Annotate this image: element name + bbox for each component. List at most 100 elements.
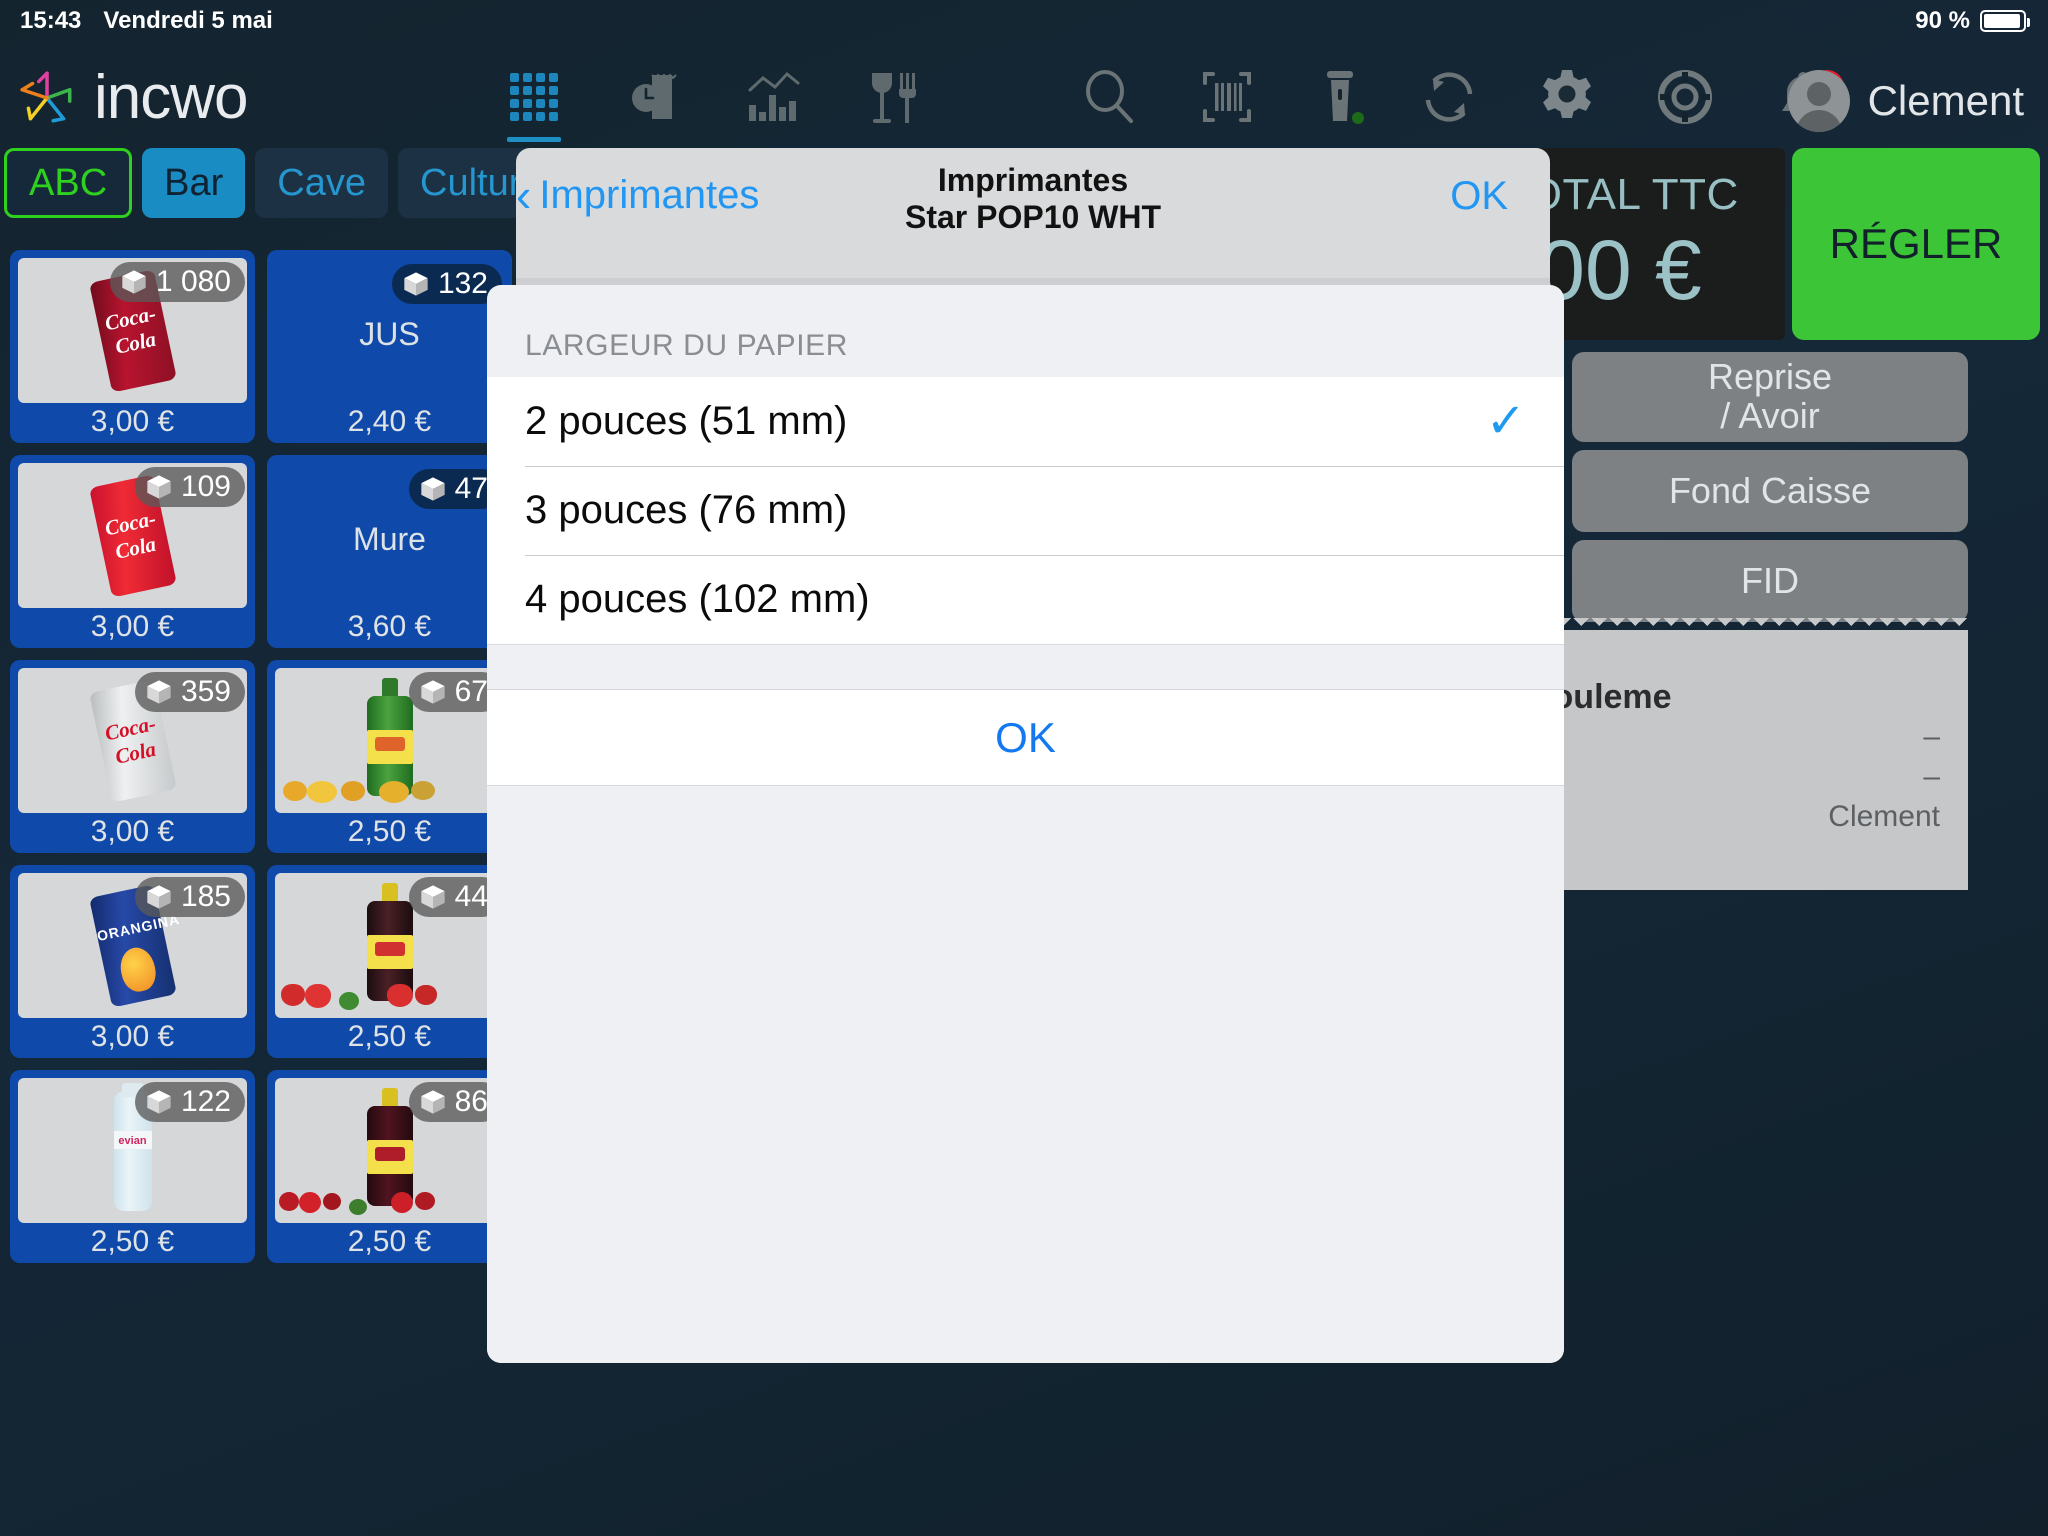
tab-abc[interactable]: ABC (4, 148, 133, 218)
stock-count: 44 (454, 880, 488, 913)
restaurant-icon[interactable] (865, 68, 923, 126)
stock-badge: 109 (134, 467, 245, 507)
product-name: JUS (359, 316, 420, 352)
receipt-clock-icon[interactable] (625, 68, 683, 126)
status-bar: 15:43 Vendredi 5 mai 90 % (0, 0, 2048, 42)
product-card[interactable]: ORANGINA 185 3,00 € (10, 865, 255, 1058)
incwo-asterisk-icon (20, 70, 72, 122)
picker-empty-area (487, 786, 1564, 1363)
picker-ok-button[interactable]: OK (487, 690, 1564, 786)
product-price: 2,40 € (347, 405, 432, 438)
product-card[interactable]: Coca-Cola 1 080 3,00 € (10, 250, 255, 443)
tab-cave[interactable]: Cave (255, 148, 388, 218)
receipt-line-1: – (1923, 720, 1940, 753)
paper-width-option-3in[interactable]: 3 pouces (76 mm) (487, 466, 1564, 555)
stock-badge: 185 (134, 877, 245, 917)
grid-icon[interactable] (505, 68, 563, 142)
status-time: 15:43 (20, 7, 82, 34)
battery-icon (1980, 10, 2030, 32)
stock-count: 86 (454, 1085, 488, 1118)
paper-width-picker: LARGEUR DU PAPIER 2 pouces (51 mm) ✓ 3 p… (487, 285, 1564, 1363)
checkmark-icon: ✓ (1485, 394, 1526, 448)
stock-count: 132 (437, 267, 488, 300)
option-label: 4 pouces (102 mm) (525, 577, 870, 621)
paper-width-option-4in[interactable]: 4 pouces (102 mm) (487, 555, 1564, 644)
printer-sheet-title: Imprimantes Star POP10 WHT (516, 162, 1550, 236)
stock-count: 109 (180, 470, 231, 503)
paper-width-section-header: LARGEUR DU PAPIER (525, 329, 849, 362)
box-icon (147, 475, 171, 499)
stock-count: 1 080 (155, 265, 231, 298)
product-card[interactable]: 86 2,50 € (267, 1070, 512, 1263)
printer-sheet-header: ‹ Imprimantes Imprimantes Star POP10 WHT… (516, 148, 1550, 278)
action-button-fid[interactable]: FID (1572, 540, 1968, 622)
status-bar-right: 90 % (1915, 7, 2048, 35)
brand-name: incwo (94, 63, 249, 132)
box-icon (404, 272, 428, 296)
battery-percent-label: 90 % (1915, 7, 1970, 34)
receipt-line-2: – (1923, 760, 1940, 793)
printer-sheet-title-line1: Imprimantes (937, 162, 1129, 198)
gear-icon[interactable] (1538, 68, 1596, 126)
paper-width-option-2in[interactable]: 2 pouces (51 mm) ✓ (487, 377, 1564, 466)
product-price: 3,00 € (90, 405, 175, 438)
sync-icon[interactable] (1420, 68, 1478, 126)
avatar (1787, 70, 1850, 132)
product-price: 2,50 € (90, 1225, 175, 1258)
box-icon (420, 885, 445, 909)
lifering-icon[interactable] (1656, 68, 1714, 126)
product-price: 3,00 € (90, 1020, 175, 1053)
flashlight-icon[interactable] (1316, 68, 1374, 126)
stock-count: 67 (454, 675, 488, 708)
product-card[interactable]: Coca-Cola 109 3,00 € (10, 455, 255, 648)
barcode-icon[interactable] (1198, 68, 1256, 126)
user-profile-button[interactable]: Clement (1787, 70, 2024, 132)
picker-spacer (487, 644, 1564, 690)
brand-logo: incwo (16, 62, 249, 133)
stock-badge: 1 080 (109, 262, 245, 302)
product-price: 2,50 € (347, 1020, 432, 1053)
action-button-reprise-avoir[interactable]: Reprise / Avoir (1572, 352, 1968, 442)
status-date: Vendredi 5 mai (103, 7, 273, 34)
product-price: 3,60 € (347, 610, 432, 643)
product-card[interactable]: Coca-Cola 359 3,00 € (10, 660, 255, 853)
box-icon (122, 270, 146, 294)
box-icon (147, 885, 171, 909)
nav-icons-left (505, 68, 923, 142)
status-bar-left: 15:43 Vendredi 5 mai (0, 7, 273, 35)
option-label: 3 pouces (76 mm) (525, 488, 848, 532)
stock-count: 47 (454, 472, 488, 505)
chart-icon[interactable] (745, 68, 803, 126)
action-button-fond-caisse[interactable]: Fond Caisse (1572, 450, 1968, 532)
product-card[interactable]: 67 2,50 € (267, 660, 512, 853)
tab-bar[interactable]: Bar (142, 148, 246, 218)
nav-icons-right: 1 (1420, 68, 1844, 126)
box-icon (147, 1090, 171, 1114)
stock-count: 122 (180, 1085, 231, 1118)
box-icon (420, 477, 445, 501)
box-icon (420, 1090, 445, 1114)
option-label: 2 pouces (51 mm) (525, 399, 848, 443)
top-navigation-bar: incwo Clement (0, 42, 2048, 146)
settle-button[interactable]: RÉGLER (1792, 148, 2040, 340)
box-icon (147, 680, 171, 704)
stock-count: 185 (180, 880, 231, 913)
paper-width-options-list: 2 pouces (51 mm) ✓ 3 pouces (76 mm) 4 po… (487, 377, 1564, 644)
stock-badge: 122 (134, 1082, 245, 1122)
printer-sheet-ok-button[interactable]: OK (1450, 174, 1508, 219)
receipt-cashier-name: Clement (1828, 800, 1940, 833)
product-card[interactable]: evian 122 2,50 € (10, 1070, 255, 1263)
search-icon[interactable] (1080, 68, 1138, 126)
product-price: 3,00 € (90, 815, 175, 848)
stock-badge: 359 (134, 672, 245, 712)
app-root: 15:43 Vendredi 5 mai 90 % incwo Clement … (0, 0, 2048, 1536)
nav-icons-center (1080, 68, 1374, 126)
product-name: Mure (353, 521, 426, 557)
product-price: 3,00 € (90, 610, 175, 643)
product-card[interactable]: 47 Mure 3,60 € (267, 455, 512, 648)
stock-badge: 132 (391, 264, 502, 304)
product-card[interactable]: 132 JUS 2,40 € (267, 250, 512, 443)
product-card[interactable]: 44 2,50 € (267, 865, 512, 1058)
box-icon (420, 680, 445, 704)
user-name-label: Clement (1867, 77, 2024, 124)
